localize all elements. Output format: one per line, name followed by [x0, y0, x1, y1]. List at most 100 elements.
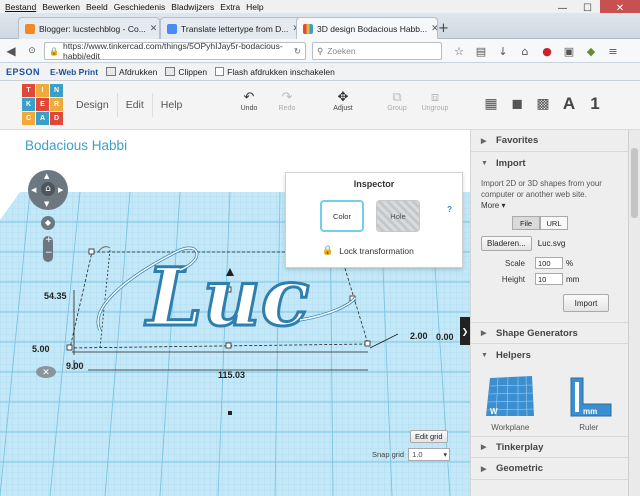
- helpers-header[interactable]: ▼ Helpers: [471, 344, 628, 366]
- snap-grid-select[interactable]: 1.0 ▾: [408, 448, 451, 461]
- close-tab-icon[interactable]: ✕: [146, 23, 158, 34]
- menu-bewerken[interactable]: Bewerken: [39, 2, 83, 12]
- adjust-button[interactable]: ✥ Adjust: [326, 89, 360, 112]
- url-bar[interactable]: 🔒 https://www.tinkercad.com/things/5OPyh…: [44, 41, 306, 61]
- workplane-label: Workplane: [491, 423, 530, 432]
- zoom-in-icon[interactable]: +: [45, 235, 53, 245]
- nav-help[interactable]: Help: [153, 93, 191, 117]
- workplane-helper[interactable]: W Workplane: [482, 372, 538, 432]
- reading-list-icon[interactable]: ▤: [470, 41, 492, 61]
- import-header[interactable]: ▼ Import: [471, 152, 628, 174]
- tab-label: 3D design Bodacious Habb...: [317, 23, 428, 34]
- flash-print-checkbox[interactable]: [215, 67, 225, 76]
- scroll-thumb[interactable]: [631, 148, 638, 218]
- tinkercad-logo[interactable]: TIN KER CAD: [22, 84, 63, 126]
- padlock-icon: 🔒: [322, 245, 334, 255]
- tab-url[interactable]: URL: [540, 216, 568, 230]
- identity-button[interactable]: ⊙: [22, 41, 42, 61]
- epson-toolbar: EPSON E-Web Print Afdrukken Clippen Flas…: [0, 63, 640, 81]
- close-tab-icon[interactable]: ✕: [427, 23, 437, 34]
- nav-design[interactable]: Design: [68, 93, 118, 117]
- search-placeholder: Zoeken: [327, 46, 356, 56]
- tab-tinkercad[interactable]: 3D design Bodacious Habb... ✕: [296, 17, 438, 39]
- collapsed-arrow-icon: ▶: [481, 465, 487, 473]
- star-icon[interactable]: ☆: [448, 41, 470, 61]
- group-button[interactable]: ⧉ Group: [380, 89, 414, 112]
- orbit-left-icon[interactable]: ◀: [31, 186, 36, 194]
- letters-view-icon[interactable]: A: [556, 93, 582, 115]
- undo-button[interactable]: ↶ Undo: [232, 89, 266, 112]
- tinkerplay-header[interactable]: ▶ Tinkerplay: [471, 436, 628, 458]
- hamburger-menu-icon[interactable]: ≡: [602, 41, 624, 61]
- pinterest-icon[interactable]: ●: [536, 41, 558, 61]
- geometric-header[interactable]: ▶ Geometric: [471, 458, 628, 480]
- menu-extra[interactable]: Extra: [217, 2, 243, 12]
- ungroup-button[interactable]: ⧈ Ungroup: [418, 89, 452, 112]
- download-icon[interactable]: ↓: [492, 41, 514, 61]
- zoom-slider[interactable]: + −: [43, 235, 53, 262]
- dim-elevation-label[interactable]: 5.00: [32, 344, 50, 354]
- numbers-view-icon[interactable]: 1: [582, 93, 608, 115]
- clip-button[interactable]: Clippen: [165, 67, 207, 77]
- fit-view-button[interactable]: ◆: [41, 216, 55, 230]
- workplane-canvas[interactable]: Luc ✕ Bodacious Habbi ▲ ▼ ◀ ▶ ⌂ ◆ + − 54…: [0, 130, 470, 496]
- dim-zero-label[interactable]: 0.00: [436, 332, 454, 342]
- more-link[interactable]: More ▾: [471, 200, 628, 211]
- cube-view-icon[interactable]: ◼: [504, 93, 530, 115]
- redo-button[interactable]: ↷ Redo: [270, 89, 304, 112]
- reload-icon[interactable]: ↻: [294, 46, 305, 57]
- home-view-icon[interactable]: ⌂: [41, 182, 55, 196]
- menu-beeld[interactable]: Beeld: [83, 2, 111, 12]
- tab-translate[interactable]: Translate lettertype from D... ✕: [160, 17, 302, 39]
- inspector-help-icon[interactable]: ?: [447, 205, 452, 214]
- flash-print-toggle[interactable]: Flash afdrukken inschakelen: [215, 67, 335, 77]
- tab-blogger[interactable]: Blogger: lucstechblog - Co... ✕: [18, 17, 160, 39]
- import-button[interactable]: Import: [563, 294, 609, 312]
- helpers-list: W Workplane mm Ruler: [471, 366, 628, 432]
- chevron-down-icon: ▾: [443, 450, 448, 459]
- addon-icon[interactable]: ◆: [580, 41, 602, 61]
- home-icon[interactable]: ⌂: [514, 41, 536, 61]
- tab-file[interactable]: File: [512, 216, 540, 230]
- dim-height-label[interactable]: 54.35: [44, 291, 67, 301]
- block-view-icon[interactable]: ▩: [530, 93, 556, 115]
- back-button[interactable]: ◀: [0, 41, 22, 61]
- panel-collapse-tab[interactable]: ❯: [460, 317, 470, 345]
- ruler-helper[interactable]: mm Ruler: [561, 372, 617, 432]
- new-tab-button[interactable]: +: [438, 21, 449, 36]
- shape-generators-header[interactable]: ▶ Shape Generators: [471, 322, 628, 344]
- menu-bestand[interactable]: Bestand: [2, 2, 39, 12]
- panel-scrollbar[interactable]: [628, 130, 640, 496]
- grid-view-icon[interactable]: ▦: [478, 93, 504, 115]
- browse-button[interactable]: Bladeren...: [481, 236, 532, 251]
- orbit-down-icon[interactable]: ▼: [44, 200, 49, 208]
- search-input[interactable]: ⚲ Zoeken: [312, 42, 442, 60]
- ungroup-label: Ungroup: [421, 105, 449, 112]
- ruler-icon: mm: [561, 372, 617, 420]
- orbit-up-icon[interactable]: ▲: [44, 172, 49, 180]
- favorites-header[interactable]: ▶ Favorites: [471, 130, 628, 152]
- pocket-icon[interactable]: ▣: [558, 41, 580, 61]
- height-input[interactable]: 10: [535, 273, 563, 285]
- undo-icon: ↶: [243, 89, 255, 104]
- menu-help[interactable]: Help: [243, 2, 266, 12]
- import-source-tabs: File URL: [512, 216, 628, 230]
- zoom-out-icon[interactable]: −: [45, 248, 53, 258]
- menu-geschiedenis[interactable]: Geschiedenis: [111, 2, 169, 12]
- dim-depth-label[interactable]: 2.00: [410, 331, 428, 341]
- edit-grid-button[interactable]: Edit grid: [410, 430, 448, 443]
- redo-icon: ↷: [281, 89, 293, 104]
- delete-x-icon[interactable]: ✕: [42, 368, 50, 378]
- hole-button[interactable]: Hole: [376, 200, 420, 232]
- color-button[interactable]: Color: [320, 200, 364, 232]
- scale-input[interactable]: 100: [535, 257, 563, 269]
- snap-grid-row: Snap grid 1.0 ▾: [372, 448, 451, 461]
- dim-offset-label[interactable]: 9.00: [66, 361, 84, 371]
- nav-edit[interactable]: Edit: [118, 93, 153, 117]
- print-button[interactable]: Afdrukken: [106, 67, 157, 77]
- dim-width-label[interactable]: 115.03: [218, 370, 245, 380]
- menu-bladwijzers[interactable]: Bladwijzers: [168, 2, 217, 12]
- orbit-right-icon[interactable]: ▶: [58, 186, 63, 194]
- project-name[interactable]: Bodacious Habbi: [25, 138, 127, 153]
- lock-transformation-toggle[interactable]: 🔒 Lock transformation: [322, 245, 414, 256]
